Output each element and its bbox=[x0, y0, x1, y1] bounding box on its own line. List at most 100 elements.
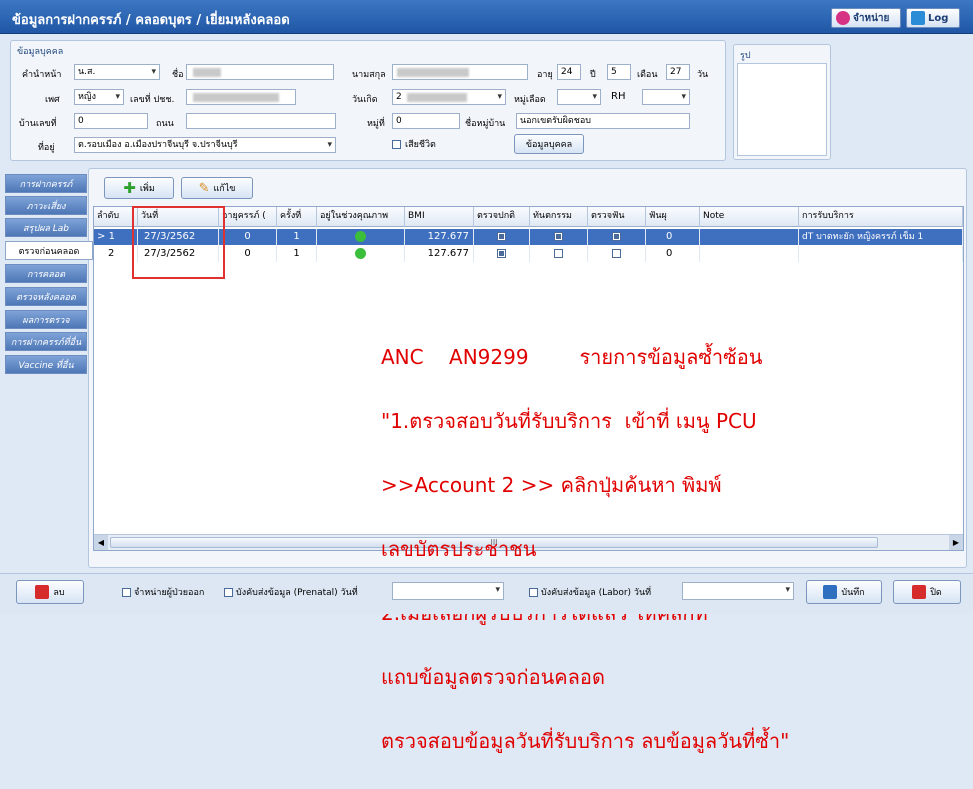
force-labor-checkbox[interactable]: บังคับส่งข้อมูล (Labor) วันที่ bbox=[529, 585, 651, 599]
force-labor-check-box[interactable] bbox=[529, 587, 538, 597]
row-note bbox=[700, 229, 799, 245]
sex-label: เพศ bbox=[45, 95, 60, 105]
check-circle-icon bbox=[355, 230, 366, 242]
row-teeth bbox=[588, 229, 646, 245]
col-dental[interactable]: ทันตกรรม bbox=[530, 207, 588, 227]
deceased-label: เสียชีวิต bbox=[405, 140, 436, 150]
row-visit: 1 bbox=[277, 246, 317, 262]
row-quality bbox=[317, 229, 405, 245]
col-bmi[interactable]: BMI bbox=[405, 207, 474, 227]
row-decay: 0 bbox=[646, 229, 700, 245]
age-years-field: 24 bbox=[557, 64, 581, 80]
blood-group-label: หมู่เลือด bbox=[514, 95, 546, 105]
col-normal[interactable]: ตรวจปกติ bbox=[474, 207, 530, 227]
cid-field[interactable] bbox=[186, 89, 296, 105]
tab-postnatal-check[interactable]: ตรวจหลังคลอด bbox=[5, 287, 87, 306]
scroll-left-icon[interactable]: ◀ bbox=[94, 535, 108, 550]
tab-risk[interactable]: ภาวะเสี่ยง bbox=[5, 196, 87, 215]
address-select[interactable]: ต.รอบเมือง อ.เมืองปราจีนบุรี จ.ปราจีนบุร… bbox=[74, 137, 336, 153]
row-normal bbox=[474, 229, 530, 245]
annotation-line-6: แถบข้อมูลตรวจก่อนคลอด bbox=[381, 665, 605, 689]
blood-group-select[interactable] bbox=[557, 89, 601, 105]
road-label: ถนน bbox=[156, 119, 174, 129]
row-decay: 0 bbox=[646, 246, 700, 262]
age-months-field: 5 bbox=[607, 64, 631, 80]
col-quality[interactable]: อยู่ในช่วงคุณภาพ bbox=[317, 207, 405, 227]
row-teeth bbox=[588, 246, 646, 262]
edit-label: แก้ไข bbox=[213, 184, 236, 194]
save-button[interactable]: บันทึก bbox=[806, 580, 882, 604]
person-info-button[interactable]: ข้อมูลบุคคล bbox=[514, 134, 584, 154]
close-label: ปิด bbox=[930, 588, 942, 598]
col-decay[interactable]: ฟันผุ bbox=[646, 207, 700, 227]
row-bmi: 127.677 bbox=[405, 229, 474, 245]
col-visit[interactable]: ครั้งที่ bbox=[277, 207, 317, 227]
delete-label: ลบ bbox=[53, 588, 65, 598]
person-info-label: ข้อมูลบุคคล bbox=[525, 140, 573, 150]
close-button[interactable]: ปิด bbox=[893, 580, 961, 604]
discharge-dead-check-box[interactable] bbox=[122, 587, 131, 597]
check-circle-icon bbox=[355, 247, 366, 259]
surname-label: นามสกุล bbox=[352, 70, 386, 80]
age-days-field: 27 bbox=[666, 64, 690, 80]
tab-delivery[interactable]: การคลอด bbox=[5, 264, 87, 283]
force-prenatal-checkbox[interactable]: บังคับส่งข้อมูล (Prenatal) วันที่ bbox=[224, 585, 358, 599]
surname-redaction bbox=[397, 68, 469, 77]
row-bmi: 127.677 bbox=[405, 246, 474, 262]
sex-select[interactable]: หญิง bbox=[74, 89, 124, 105]
person-section-title: ข้อมูลบุคคล bbox=[17, 47, 64, 57]
tab-vaccine-elsewhere[interactable]: Vaccine ที่อื่น bbox=[5, 355, 87, 374]
road-field[interactable] bbox=[186, 113, 336, 129]
name-label: ชื่อ bbox=[172, 70, 184, 80]
tab-results[interactable]: ผลการตรวจ bbox=[5, 310, 87, 329]
moo-field[interactable]: 0 bbox=[392, 113, 460, 129]
scroll-right-icon[interactable]: ▶ bbox=[949, 535, 963, 550]
window-title: ข้อมูลการฝากครรภ์ / คลอดบุตร / เยี่ยมหลั… bbox=[12, 13, 290, 28]
col-note[interactable]: Note bbox=[700, 207, 799, 227]
log-button[interactable]: Log bbox=[906, 8, 960, 28]
rh-select[interactable] bbox=[642, 89, 690, 105]
dob-picker[interactable]: 2 bbox=[392, 89, 506, 105]
tab-lab-summary[interactable]: สรุปผล Lab bbox=[5, 218, 87, 237]
force-labor-label: บังคับส่งข้อมูล (Labor) วันที่ bbox=[541, 588, 652, 598]
discharge-button[interactable]: จำหน่าย bbox=[831, 8, 901, 28]
house-number-field[interactable]: 0 bbox=[74, 113, 148, 129]
name-field[interactable] bbox=[186, 64, 334, 80]
trash-icon bbox=[35, 585, 50, 599]
col-ga[interactable]: อายุครรภ์ ( bbox=[219, 207, 277, 227]
checkbox-checked-icon bbox=[497, 231, 506, 241]
force-prenatal-label: บังคับส่งข้อมูล (Prenatal) วันที่ bbox=[236, 588, 358, 598]
deceased-check-box[interactable] bbox=[392, 139, 401, 149]
discharge-label: จำหน่าย bbox=[853, 12, 890, 24]
prenatal-date-picker[interactable] bbox=[392, 582, 504, 600]
close-icon bbox=[912, 585, 927, 599]
add-button[interactable]: ✚ เพิ่ม bbox=[104, 177, 174, 199]
edit-button[interactable]: ✎ แก้ไข bbox=[181, 177, 253, 199]
deceased-checkbox[interactable]: เสียชีวิต bbox=[392, 137, 436, 151]
village-field[interactable]: นอกเขตรับผิดชอบ bbox=[516, 113, 690, 129]
annotation-text: ANC AN9299 รายการข้อมูลซ้ำซ้อน "1.ตรวจสอ… bbox=[381, 309, 789, 789]
tab-anc-elsewhere[interactable]: การฝากครรภ์ที่อื่น bbox=[5, 332, 87, 351]
annotation-line-4: เลขบัตรประชาชน bbox=[381, 537, 537, 561]
surname-field[interactable] bbox=[392, 64, 528, 80]
add-label: เพิ่ม bbox=[139, 184, 155, 194]
delete-button[interactable]: ลบ bbox=[16, 580, 84, 604]
row-quality bbox=[317, 246, 405, 262]
address-label: ที่อยู่ bbox=[38, 143, 55, 153]
rh-label: RH bbox=[611, 91, 626, 102]
labor-date-picker[interactable] bbox=[682, 582, 794, 600]
row-dental bbox=[530, 229, 588, 245]
tab-prenatal-check[interactable]: ตรวจก่อนคลอด bbox=[5, 241, 93, 260]
discharge-dead-checkbox[interactable]: จำหน่ายผู้ป่วยออก bbox=[122, 585, 204, 599]
photo-title: รูป bbox=[740, 51, 751, 61]
tab-anc[interactable]: การฝากครรภ์ bbox=[5, 174, 87, 193]
discharge-dead-label: จำหน่ายผู้ป่วยออก bbox=[134, 588, 205, 598]
dob-label: วันเกิด bbox=[352, 95, 378, 105]
force-prenatal-check-box[interactable] bbox=[224, 587, 233, 597]
col-service[interactable]: การรับบริการ bbox=[799, 207, 963, 227]
checkbox-checked-icon bbox=[612, 231, 621, 241]
village-label: ชื่อหมู่บ้าน bbox=[465, 119, 506, 129]
col-teeth[interactable]: ตรวจฟัน bbox=[588, 207, 646, 227]
prefix-select[interactable]: น.ส. bbox=[74, 64, 160, 80]
annotation-line-1: ANC AN9299 รายการข้อมูลซ้ำซ้อน bbox=[381, 345, 763, 369]
